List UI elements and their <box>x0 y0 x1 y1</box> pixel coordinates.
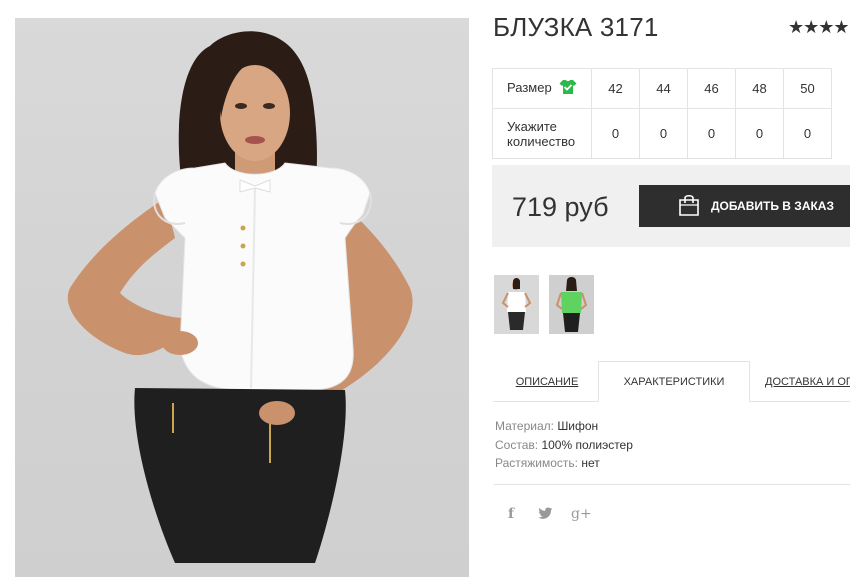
spec-material-key: Материал: <box>495 419 554 433</box>
product-tabs: ОПИСАНИЕ ХАРАКТЕРИСТИКИ ДОСТАВКА И ОП <box>493 361 850 402</box>
quantity-input-42[interactable]: 0 <box>591 108 640 159</box>
size-cell-42[interactable]: 42 <box>591 68 640 109</box>
product-specs: Материал: Шифон Состав: 100% полиэстер Р… <box>495 417 633 473</box>
shopping-bag-icon <box>677 193 701 220</box>
spec-material-value: Шифон <box>557 419 599 433</box>
size-quantity-table: Размер 42 44 46 48 50 Укажите количество… <box>492 68 832 159</box>
thumbnail-white-blouse[interactable] <box>494 275 539 334</box>
social-divider <box>494 484 850 485</box>
tshirt-check-icon[interactable] <box>559 79 577 98</box>
facebook-icon[interactable]: f <box>508 506 514 522</box>
quantity-input-50[interactable]: 0 <box>783 108 832 159</box>
quantity-label-cell: Укажите количество <box>492 108 592 159</box>
spec-stretch: Растяжимость: нет <box>495 454 633 473</box>
model-photo-illustration <box>67 31 413 563</box>
quantity-input-48[interactable]: 0 <box>735 108 784 159</box>
quantity-input-44[interactable]: 0 <box>639 108 688 159</box>
google-plus-icon[interactable]: g+ <box>571 506 592 522</box>
tab-delivery[interactable]: ДОСТАВКА И ОП <box>765 361 850 402</box>
size-cell-46[interactable]: 46 <box>687 68 736 109</box>
tab-description[interactable]: ОПИСАНИЕ <box>507 361 587 402</box>
rating-stars[interactable]: ★★★★ <box>788 17 850 38</box>
thumbnail-green-blouse[interactable] <box>549 275 594 334</box>
product-title: БЛУЗКА 3171 <box>493 12 659 42</box>
size-cell-48[interactable]: 48 <box>735 68 784 109</box>
price: 719 руб <box>512 192 609 222</box>
spec-composition-key: Состав: <box>495 437 539 452</box>
twitter-icon[interactable] <box>538 507 553 523</box>
quantity-input-46[interactable]: 0 <box>687 108 736 159</box>
add-to-order-label: ДОБАВИТЬ В ЗАКАЗ <box>711 199 834 213</box>
spec-stretch-key: Растяжимость: <box>495 456 579 470</box>
add-to-order-button[interactable]: ДОБАВИТЬ В ЗАКАЗ <box>639 185 850 227</box>
price-box: 719 руб ДОБАВИТЬ В ЗАКАЗ <box>492 165 850 247</box>
product-main-photo[interactable] <box>15 18 469 577</box>
spec-composition-value: 100% полиэстер <box>541 437 633 452</box>
spec-material: Материал: Шифон <box>495 417 633 436</box>
spec-stretch-value: нет <box>581 456 600 470</box>
quantity-label-line2: количество <box>507 133 576 149</box>
size-label: Размер <box>507 80 552 95</box>
quantity-label-line1: Укажите <box>507 118 557 134</box>
tab-characteristics[interactable]: ХАРАКТЕРИСТИКИ <box>598 361 750 402</box>
size-label-cell: Размер <box>492 68 592 109</box>
size-cell-44[interactable]: 44 <box>639 68 688 109</box>
size-cell-50[interactable]: 50 <box>783 68 832 109</box>
spec-composition: Состав: 100% полиэстер <box>495 436 633 455</box>
